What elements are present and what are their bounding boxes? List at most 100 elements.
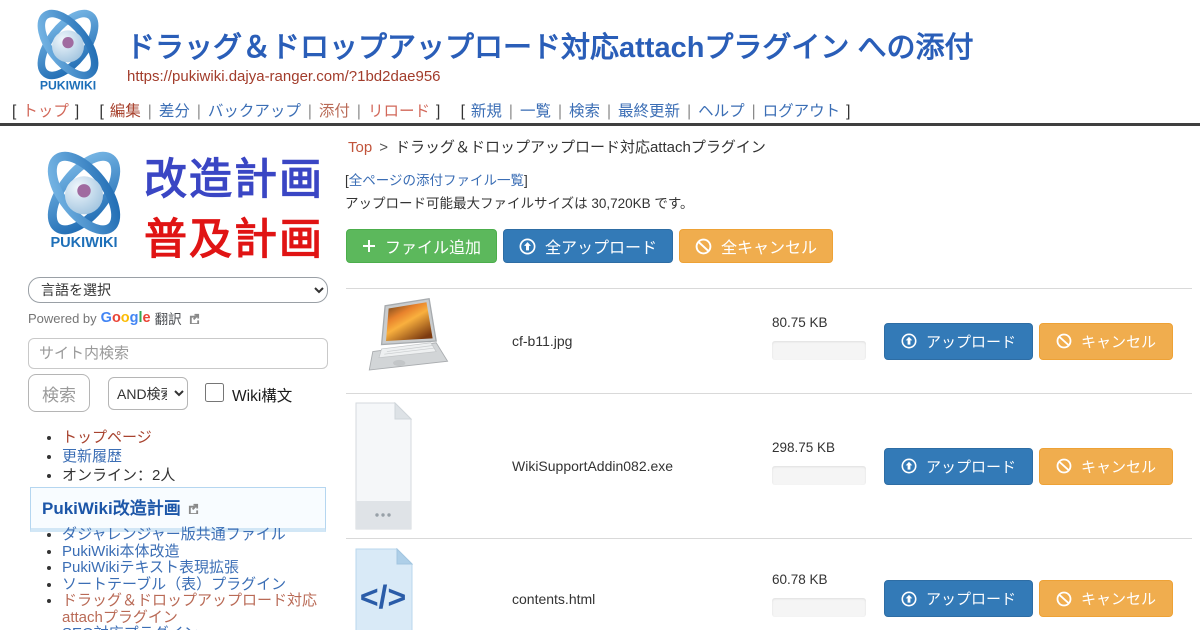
sidebar-link-dnd-attach[interactable]: ドラッグ＆ドロップアップロード対応attachプラグイン [62,592,317,626]
sidebar-logo-fukyuu: 普及計画 [144,205,324,267]
cancel-label: キャンセル [1081,456,1156,477]
file-meta-cell: 80.75 KB [772,315,884,360]
file-size: 60.78 KB [772,572,884,587]
upload-label: アップロード [926,588,1016,609]
breadcrumb-home-link[interactable]: Top [348,139,372,156]
nav-bracket: [ [99,103,103,120]
wiki-syntax-label[interactable]: Wiki構文 [232,384,292,406]
breadcrumb-current-page: ドラッグ＆ドロップアップロード対応attachプラグイン [395,139,766,156]
list-item: ダジャレンジャー版共通ファイル [62,527,330,544]
nav-link-attach[interactable]: 添付 [319,103,350,120]
nav-link-edit[interactable]: 編集 [110,103,141,120]
nav-link-diff[interactable]: 差分 [159,103,190,120]
upload-file-list: cf-b11.jpg 80.75 KB アップロード キャンセル [346,288,1192,630]
list-item: オンライン：2人 [62,466,175,485]
cancel-button[interactable]: キャンセル [1039,448,1173,485]
nav-link-logout[interactable]: ログアウト [763,103,841,120]
logo-wordmark: PUKIWIKI [50,235,117,251]
section-title-link[interactable]: PukiWiki改造計画 [42,499,181,518]
google-logo: Google [101,310,151,326]
nav-separator: | [148,103,152,120]
language-select[interactable]: 言語を選択 [28,277,328,303]
sidebar-quick-links: トップページ 更新履歴 オンライン：2人 [46,428,175,485]
file-name: WikiSupportAddin082.exe [512,458,772,474]
list-item: SEO対応プラグイン [62,626,330,630]
site-search-input[interactable] [28,338,328,369]
add-files-button[interactable]: ファイル追加 [346,229,497,263]
nav-bracket: ] [436,103,440,120]
upload-label: アップロード [926,331,1016,352]
list-item: トップページ [62,428,175,447]
upload-button[interactable]: アップロード [884,448,1033,485]
page-title[interactable]: ドラッグ＆ドロップアップロード対応attachプラグイン への添付 [126,24,973,66]
upload-progress-bar [772,466,866,485]
page-url-link[interactable]: https://pukiwiki.dajya-ranger.com/?1bd2d… [127,68,441,85]
sidebar-link-core-mods[interactable]: PukiWiki本体改造 [62,543,180,560]
sidebar-link-text-ext[interactable]: PukiWikiテキスト表現拡張 [62,559,239,576]
sidebar-link-history[interactable]: 更新履歴 [62,448,122,465]
file-row: cf-b11.jpg 80.75 KB アップロード キャンセル [346,288,1192,393]
nav-link-recent[interactable]: 最終更新 [618,103,680,120]
nav-group-site: [新規|一覧|検索|最終更新|ヘルプ|ログアウト] [461,103,851,120]
file-meta-cell: 298.75 KB [772,440,884,485]
cancel-all-button[interactable]: 全キャンセル [679,229,833,263]
cancel-button[interactable]: キャンセル [1039,580,1173,617]
file-thumbnail-cell [346,295,512,387]
all-pages-attach-list-link[interactable]: 全ページの添付ファイル一覧 [349,173,524,188]
nav-separator: | [509,103,513,120]
generic-file-icon [355,402,412,530]
pukiwiki-logo[interactable]: PUKIWIKI [12,5,124,99]
header-divider [0,123,1200,126]
attach-file-list-row: [全ページの添付ファイル一覧] [345,169,528,189]
nav-bracket: [ [461,103,465,120]
google-translate-credit: Powered by Google 翻訳 [28,308,200,328]
file-size: 298.75 KB [772,440,884,455]
sidebar-link-common-files[interactable]: ダジャレンジャー版共通ファイル [62,526,286,543]
pukiwiki-attach-page: PUKIWIKI ドラッグ＆ドロップアップロード対応attachプラグイン への… [0,0,1200,630]
sidebar-link-toppage[interactable]: トップページ [62,429,152,446]
list-item: PukiWiki本体改造 [62,544,330,561]
nav-link-search[interactable]: 検索 [569,103,600,120]
file-actions: アップロード キャンセル [884,580,1173,617]
sidebar-link-seo[interactable]: SEO対応プラグイン [62,625,199,630]
sidebar-link-sort-table[interactable]: ソートテーブル（表）プラグイン [62,576,286,593]
nav-link-backup[interactable]: バックアップ [208,103,301,120]
file-row: </> contents.html 60.78 KB アップロード キャンセル [346,538,1192,630]
upload-all-button[interactable]: 全アップロード [503,229,673,263]
svg-text:</>: </> [360,579,406,615]
upload-circle-icon [901,458,917,474]
cancel-all-label: 全キャンセル [721,234,817,258]
nav-separator: | [308,103,312,120]
nav-bracket: ] [846,103,850,120]
sidebar-pukiwiki-logo[interactable]: PUKIWIKI [28,138,140,266]
list-item: ソートテーブル（表）プラグイン [62,577,330,594]
cancel-button[interactable]: キャンセル [1039,323,1173,360]
upload-button[interactable]: アップロード [884,323,1033,360]
add-files-label: ファイル追加 [385,234,481,258]
list-item: PukiWikiテキスト表現拡張 [62,560,330,577]
file-actions: アップロード キャンセル [884,323,1173,360]
ban-icon [1056,591,1072,607]
nav-link-help[interactable]: ヘルプ [698,103,745,120]
translate-link[interactable]: 翻訳 [155,308,182,328]
file-thumbnail-cell: </> [346,548,512,630]
cancel-label: キャンセル [1081,331,1156,352]
top-navbar: [トップ] [編集|差分|バックアップ|添付|リロード] [新規|一覧|検索|最… [12,99,866,121]
breadcrumb-separator: > [379,139,388,156]
nav-group-top: [トップ] [12,103,79,120]
nav-link-top[interactable]: トップ [22,103,69,120]
nav-link-list[interactable]: 一覧 [520,103,551,120]
search-mode-select[interactable]: AND検索 [108,377,188,410]
nav-link-reload[interactable]: リロード [368,103,430,120]
search-button[interactable]: 検索 [28,374,90,412]
ban-icon [1056,458,1072,474]
upload-circle-icon [519,238,536,255]
nav-separator: | [752,103,756,120]
wiki-syntax-checkbox[interactable] [205,383,224,402]
breadcrumb: Top > ドラッグ＆ドロップアップロード対応attachプラグイン [348,136,766,157]
nav-link-new[interactable]: 新規 [471,103,502,120]
file-name: contents.html [512,591,772,607]
upload-circle-icon [901,591,917,607]
upload-button[interactable]: アップロード [884,580,1033,617]
upload-progress-bar [772,598,866,617]
